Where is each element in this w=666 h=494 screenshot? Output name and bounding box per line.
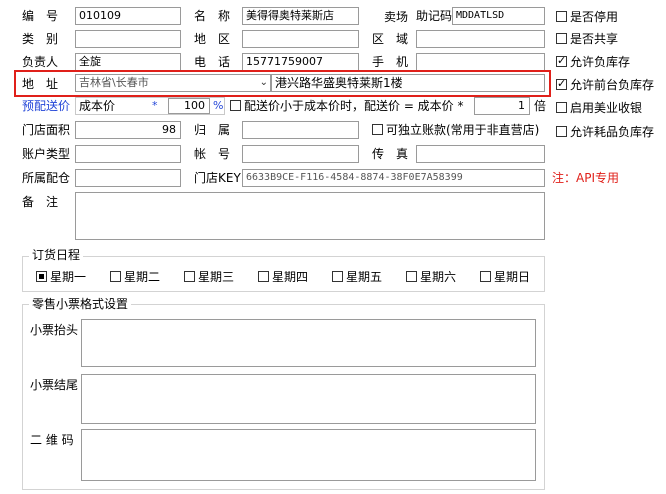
percent-symbol: % <box>213 99 224 112</box>
delivery-multiplier-field[interactable]: 100 <box>168 98 210 114</box>
region-field[interactable] <box>242 30 359 48</box>
weekday-checkbox[interactable] <box>184 271 195 282</box>
weekday-checkbox[interactable] <box>110 271 121 282</box>
area-label: 区 域 <box>372 32 409 46</box>
receipt-header-label: 小票抬头 <box>30 323 79 337</box>
receipt-header-textarea[interactable] <box>81 319 536 367</box>
manager-label: 负责人 <box>22 55 59 69</box>
option-label: 是否停用 <box>570 10 619 24</box>
chevron-down-icon[interactable]: ⌄ <box>260 75 268 91</box>
independent-account-checkbox[interactable] <box>372 124 383 135</box>
warehouse-label: 所属配仓 <box>22 171 71 185</box>
qrcode-label: 二 维 码 <box>30 433 74 447</box>
fax-label: 传 真 <box>372 147 409 161</box>
code-label: 编 号 <box>22 9 59 23</box>
below-cost-checkbox[interactable] <box>230 100 241 111</box>
order-schedule-title: 订货日程 <box>29 248 84 262</box>
mobile-label: 手 机 <box>372 55 409 69</box>
independent-account-label: 可独立账款(常用于非直营店) <box>386 123 540 137</box>
province-city-select[interactable]: 吉林省\长春市 ⌄ <box>75 74 271 92</box>
option-checkbox[interactable] <box>556 102 567 113</box>
weekday-label: 星期三 <box>198 270 235 284</box>
option-checkbox[interactable] <box>556 54 567 68</box>
delivery-price-label: 预配送价 <box>22 99 71 113</box>
name-label: 名 称 <box>194 9 231 23</box>
category-field[interactable] <box>75 30 181 48</box>
category-label: 类 别 <box>22 32 59 46</box>
account-no-label: 帐 号 <box>194 147 231 161</box>
weekday-label: 星期一 <box>50 270 87 284</box>
delivery-price-box: 成本价 * 100 % <box>75 97 225 115</box>
weekday-checkbox[interactable] <box>406 271 417 282</box>
account-no-field[interactable] <box>242 145 359 163</box>
remark-label: 备 注 <box>22 195 59 209</box>
weekday-label: 星期六 <box>420 270 457 284</box>
store-key-field[interactable]: 6633B9CE-F116-4584-8874-38F0E7A58399 <box>242 169 545 187</box>
below-cost-label: 配送价小于成本价时，配送价 = 成本价 * <box>244 99 464 113</box>
account-type-field[interactable] <box>75 145 181 163</box>
option-label: 是否共享 <box>570 32 619 46</box>
street-address-field[interactable]: 港兴路华盛奥特莱斯1楼 <box>271 74 545 92</box>
weekday-checkbox[interactable] <box>258 271 269 282</box>
region-label: 地 区 <box>194 32 231 46</box>
weekday-label: 星期五 <box>346 270 383 284</box>
warehouse-field[interactable] <box>75 169 181 187</box>
weekday-checkbox[interactable] <box>480 271 491 282</box>
weekday-label: 星期日 <box>494 270 531 284</box>
receipt-footer-label: 小票结尾 <box>30 378 79 392</box>
belong-label: 归 属 <box>194 123 231 137</box>
province-city-value: 吉林省\长春市 <box>79 76 149 89</box>
code-field[interactable]: 010109 <box>75 7 181 25</box>
weekday-checkbox[interactable] <box>332 271 343 282</box>
remark-textarea[interactable] <box>75 192 545 240</box>
option-label: 允许前台负库存 <box>570 78 655 92</box>
option-checkbox[interactable] <box>556 77 567 91</box>
area-field[interactable] <box>416 30 545 48</box>
receipt-format-title: 零售小票格式设置 <box>29 297 132 311</box>
account-type-label: 账户类型 <box>22 147 71 161</box>
weekday-label: 星期二 <box>124 270 161 284</box>
weekday-label: 星期四 <box>272 270 309 284</box>
fax-field[interactable] <box>416 145 545 163</box>
multiply-symbol: * <box>152 99 158 112</box>
mnemonic-label: 助记码 <box>416 9 453 23</box>
below-cost-factor-field[interactable]: 1 <box>474 97 530 115</box>
store-area-field[interactable]: 98 <box>75 121 181 139</box>
times-label: 倍 <box>534 99 547 113</box>
option-label: 允许耗品负库存 <box>570 125 655 139</box>
mobile-field[interactable] <box>416 53 545 71</box>
phone-field[interactable]: 15771759007 <box>242 53 359 71</box>
floor-label: 卖场 <box>384 10 409 24</box>
name-field[interactable]: 美得得奥特莱斯店 <box>242 7 359 25</box>
manager-field[interactable]: 全旋 <box>75 53 181 71</box>
store-area-label: 门店面积 <box>22 123 71 137</box>
option-checkbox[interactable] <box>556 33 567 44</box>
option-label: 启用美业收银 <box>570 101 643 115</box>
qrcode-textarea[interactable] <box>81 429 536 481</box>
option-checkbox[interactable] <box>556 11 567 22</box>
weekday-checkbox[interactable] <box>36 271 47 282</box>
store-key-label: 门店KEY <box>194 171 241 185</box>
phone-label: 电 话 <box>194 55 231 69</box>
api-note: 注：API专用 <box>552 171 619 185</box>
mnemonic-field[interactable]: MDDATLSD <box>452 7 545 25</box>
option-checkbox[interactable] <box>556 126 567 137</box>
receipt-footer-textarea[interactable] <box>81 374 536 424</box>
address-label: 地 址 <box>22 77 59 91</box>
option-label: 允许负库存 <box>570 55 631 69</box>
delivery-base-text: 成本价 <box>79 99 116 113</box>
belong-field[interactable] <box>242 121 359 139</box>
